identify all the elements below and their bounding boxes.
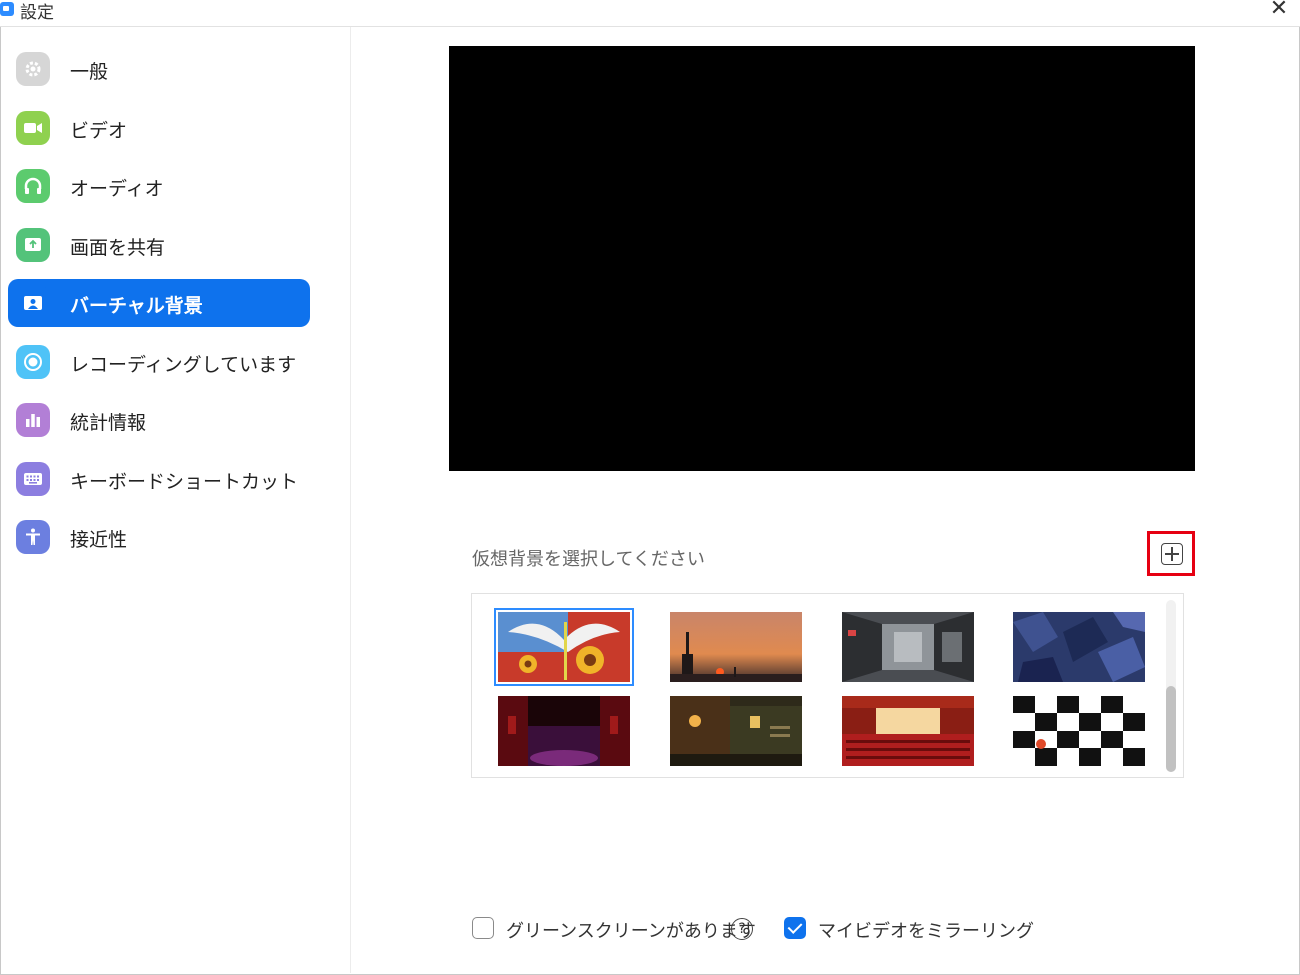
keyboard-icon <box>16 462 50 496</box>
video-camera-icon <box>16 111 50 145</box>
background-thumbnail[interactable] <box>1013 612 1145 682</box>
sidebar-item-label: 画面を共有 <box>70 237 166 259</box>
green-screen-label: グリーンスクリーンがあります <box>506 921 756 942</box>
background-thumbnail[interactable] <box>494 608 634 686</box>
mirror-video-label: マイビデオをミラーリング <box>818 921 1034 942</box>
close-button[interactable]: ✕ <box>1266 0 1292 22</box>
statistics-icon <box>16 403 50 437</box>
sidebar-item-label: バーチャル背景 <box>70 295 203 317</box>
zoom-app-icon <box>0 2 14 16</box>
window-title: 設定 <box>20 3 54 23</box>
sidebar-item-general[interactable]: 一般 <box>8 45 310 93</box>
gear-icon <box>16 52 50 86</box>
help-icon[interactable]: ? <box>731 918 753 940</box>
background-thumbnail[interactable] <box>842 612 974 682</box>
share-screen-icon <box>16 228 50 262</box>
background-thumbnail[interactable] <box>670 696 802 766</box>
virtual-background-icon <box>16 286 50 320</box>
background-thumbnail[interactable] <box>670 612 802 682</box>
green-screen-checkbox[interactable] <box>472 917 494 939</box>
sidebar-item-accessibility[interactable]: 接近性 <box>8 513 310 561</box>
sidebar-item-label: ビデオ <box>70 120 128 142</box>
background-thumbnail[interactable] <box>842 696 974 766</box>
sidebar-item-recording[interactable]: レコーディングしています <box>8 338 310 386</box>
record-icon <box>16 345 50 379</box>
sidebar-item-video[interactable]: ビデオ <box>8 104 310 152</box>
settings-sidebar: 一般 ビデオ オーディオ 画面を共有 バーチャル背景 レコーディングしています <box>0 27 351 973</box>
video-preview <box>449 46 1195 471</box>
sidebar-item-statistics[interactable]: 統計情報 <box>8 396 310 444</box>
background-thumbnail[interactable] <box>1013 696 1145 766</box>
sidebar-item-label: 接近性 <box>70 529 128 551</box>
sidebar-item-label: キーボードショートカット <box>70 471 299 493</box>
sidebar-item-virtual-background[interactable]: バーチャル背景 <box>8 279 310 327</box>
sidebar-item-label: レコーディングしています <box>70 354 297 376</box>
accessibility-icon <box>16 520 50 554</box>
background-thumbnail[interactable] <box>498 696 630 766</box>
sidebar-item-keyboard-shortcuts[interactable]: キーボードショートカット <box>8 455 310 503</box>
sidebar-item-audio[interactable]: オーディオ <box>8 162 310 210</box>
choose-background-label: 仮想背景を選択してください <box>472 549 705 570</box>
sidebar-item-label: オーディオ <box>70 178 164 200</box>
add-background-button[interactable] <box>1147 531 1195 576</box>
mirror-video-checkbox[interactable] <box>784 917 806 939</box>
gallery-scrollbar[interactable] <box>1166 600 1176 772</box>
plus-icon <box>1161 543 1183 565</box>
scrollbar-thumb[interactable] <box>1166 686 1176 772</box>
sidebar-item-label: 一般 <box>70 61 109 83</box>
sidebar-item-share-screen[interactable]: 画面を共有 <box>8 221 310 269</box>
headphones-icon <box>16 169 50 203</box>
title-bar: 設定 ✕ <box>0 0 1300 27</box>
sidebar-item-label: 統計情報 <box>70 412 147 434</box>
